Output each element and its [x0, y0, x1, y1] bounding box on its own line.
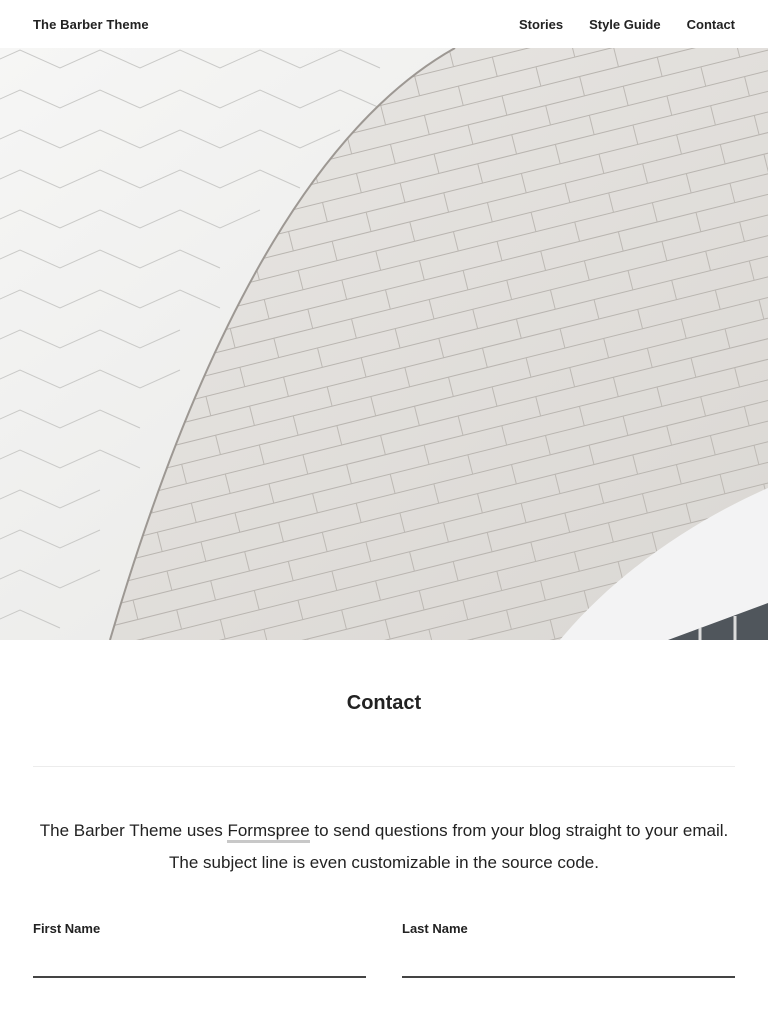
last-name-label: Last Name: [402, 921, 468, 936]
first-name-field-group: First Name: [33, 921, 366, 978]
hero-image: [0, 48, 768, 640]
site-header: The Barber Theme Stories Style Guide Con…: [0, 0, 768, 48]
first-name-label: First Name: [33, 921, 101, 936]
first-name-input[interactable]: [33, 952, 366, 978]
site-title-link[interactable]: The Barber Theme: [33, 17, 149, 32]
last-name-field-group: Last Name: [402, 921, 735, 978]
contact-form: First Name Last Name: [33, 921, 735, 978]
last-name-input[interactable]: [402, 952, 735, 978]
main-content: Contact The Barber Theme uses Formspree …: [0, 690, 768, 978]
formspree-link[interactable]: Formspree: [227, 821, 310, 843]
title-divider: [33, 766, 735, 767]
nav-link-stories[interactable]: Stories: [519, 17, 563, 32]
main-nav: Stories Style Guide Contact: [519, 17, 735, 32]
tiled-architecture-illustration: [0, 48, 768, 640]
page-title: Contact: [346, 692, 422, 714]
intro-text-before: The Barber Theme uses: [39, 821, 228, 840]
intro-paragraph: The Barber Theme uses Formspree to send …: [33, 815, 735, 879]
nav-link-style-guide[interactable]: Style Guide: [589, 17, 661, 32]
nav-link-contact[interactable]: Contact: [687, 17, 735, 32]
